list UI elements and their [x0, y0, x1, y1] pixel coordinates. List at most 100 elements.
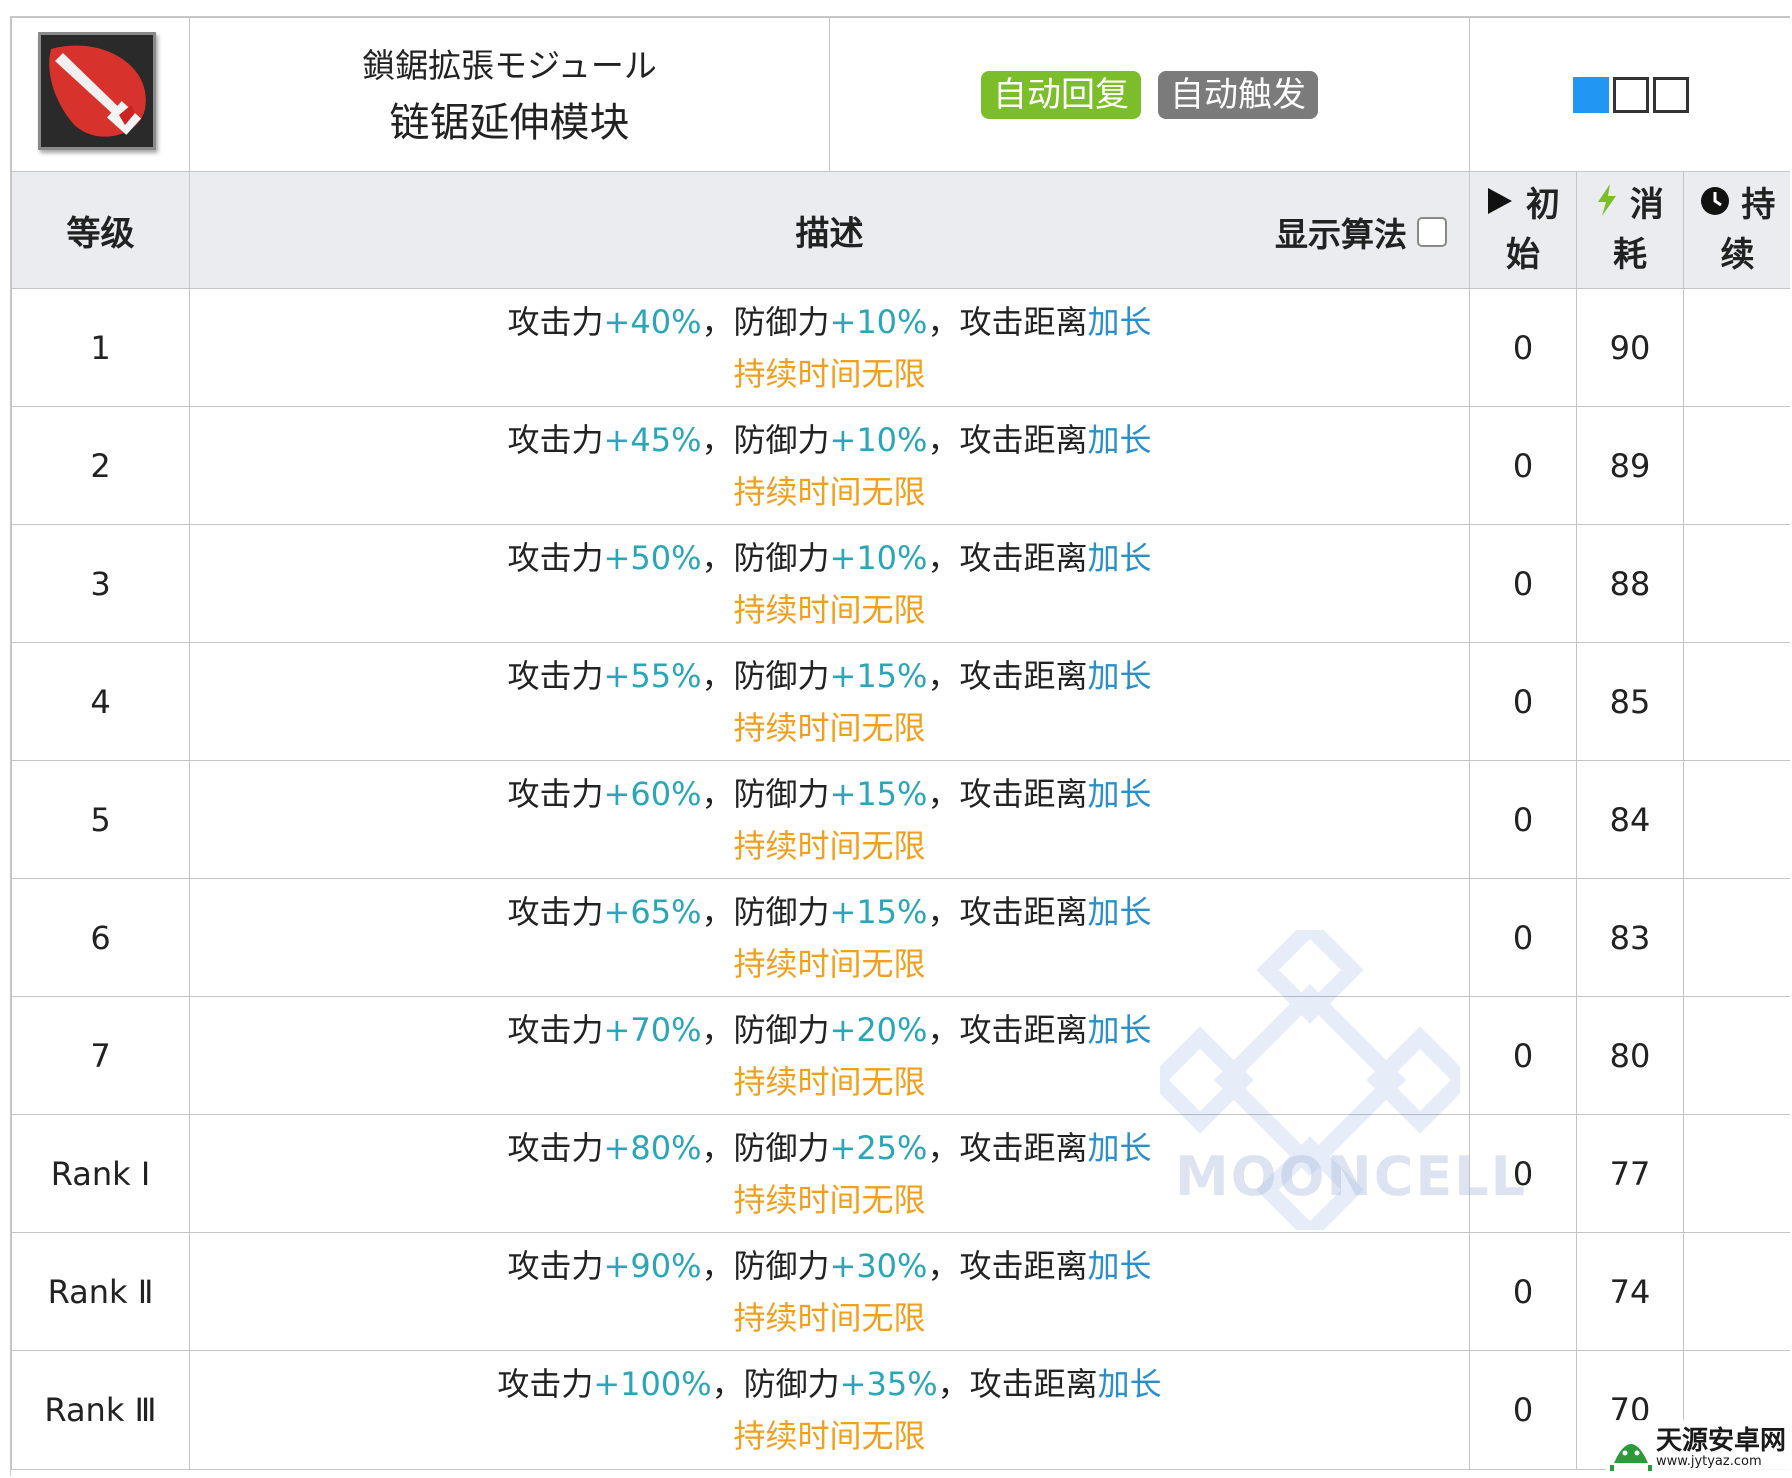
range-label: 攻击距离	[969, 1365, 1098, 1403]
description-cell: 攻击力+70%，防御力+20%，攻击距离加长 持续时间无限	[189, 996, 1470, 1115]
def-label: 防御力	[733, 1246, 830, 1285]
duration-text: 持续时间无限	[733, 354, 926, 393]
initial-sp-cell: 0	[1469, 288, 1577, 407]
duration-cell	[1682, 878, 1790, 997]
range-label: 攻击距离	[959, 774, 1088, 813]
atk-label: 攻击力	[507, 538, 604, 577]
sp-cost-cell: 85	[1576, 642, 1684, 761]
range-value: 加长	[1087, 892, 1152, 931]
table-row: 1 攻击力+40%，防御力+10%，攻击距离加长 持续时间无限 0 90	[11, 288, 1790, 407]
initial-sp-cell: 0	[1469, 996, 1577, 1115]
show-formula-toggle[interactable]: 显示算法	[1275, 208, 1447, 256]
table-row: 3 攻击力+50%，防御力+10%，攻击距离加长 持续时间无限 0 88	[11, 524, 1790, 643]
description-cell: 攻击力+100%，防御力+35%，攻击距离加长 持续时间无限	[189, 1350, 1470, 1470]
separator: ，	[701, 302, 734, 341]
separator: ，	[927, 656, 960, 695]
range-label: 攻击距离	[959, 892, 1088, 931]
skill-tags-cell: 自动回复 自动触发	[829, 17, 1470, 172]
show-formula-checkbox[interactable]	[1417, 217, 1447, 247]
duration-cell	[1682, 1114, 1790, 1233]
description-cell: 攻击力+50%，防御力+10%，攻击距离加长持续时间无限	[189, 524, 1470, 643]
show-formula-label: 显示算法	[1275, 215, 1407, 254]
def-label: 防御力	[743, 1365, 840, 1403]
description-effects: 攻击力+100%，防御力+35%，攻击距离加长	[190, 1358, 1469, 1410]
range-label: 攻击距离	[959, 1246, 1088, 1285]
table-row: 6 攻击力+65%，防御力+15%，攻击距离加长 持续时间无限 0 83	[11, 878, 1790, 997]
description-effects: 攻击力+55%，防御力+15%，攻击距离加长	[190, 650, 1469, 702]
initial-sp-cell: 0	[1469, 1232, 1577, 1351]
def-value: +10%	[829, 420, 928, 459]
range-label: 攻击距离	[959, 302, 1088, 341]
atk-value: +65%	[603, 892, 702, 931]
skill-name-jp: 鎖鋸拡張モジュール	[362, 45, 657, 85]
android-logo-icon	[1610, 1444, 1652, 1471]
col-desc-header: 描述 显示算法	[189, 171, 1470, 289]
atk-label: 攻击力	[497, 1365, 594, 1403]
skill-icon-cell	[11, 17, 190, 172]
sp-cost-cell: 77	[1576, 1114, 1684, 1233]
range-value: 加长	[1087, 774, 1152, 813]
table-row: 7 攻击力+70%，防御力+20%，攻击距离加长 持续时间无限 0 80	[11, 996, 1790, 1115]
def-value: +10%	[829, 538, 928, 577]
logo-title: 天源安卓网	[1656, 1426, 1787, 1456]
range-value: 加长	[1087, 420, 1152, 459]
description-cell: 攻击力+60%，防御力+15%，攻击距离加长持续时间无限	[189, 760, 1470, 879]
table-row: Rank Ⅱ 攻击力+90%，防御力+30%，攻击距离加长 持续时间无限 0 74	[11, 1232, 1790, 1351]
duration-text: 持续时间无限	[733, 708, 926, 747]
duration-text: 持续时间无限	[733, 1417, 926, 1455]
site-logo: 天源安卓网 www.jytyaz.com	[1606, 1420, 1790, 1476]
atk-label: 攻击力	[507, 302, 604, 341]
def-label: 防御力	[733, 656, 830, 695]
range-label: 攻击距离	[959, 1128, 1088, 1167]
atk-label: 攻击力	[507, 656, 604, 695]
skill-name-cn: 链锯延伸模块	[389, 99, 630, 146]
level-cell: 7	[11, 996, 190, 1115]
level-cell: 5	[11, 760, 190, 879]
duration-cell	[1682, 288, 1790, 407]
separator: ，	[927, 420, 960, 459]
initial-sp-cell: 0	[1469, 406, 1577, 525]
range-label: 攻击距离	[959, 538, 1088, 577]
level-cell: 4	[11, 642, 190, 761]
duration-cell	[1682, 406, 1790, 525]
level-cell: Rank Ⅲ	[11, 1350, 190, 1470]
range-square-empty-icon	[1612, 76, 1649, 113]
sp-cost-cell: 88	[1576, 524, 1684, 643]
description-cell: 攻击力+45%，防御力+10%，攻击距离加长 持续时间无限	[189, 406, 1470, 525]
chainsaw-skill-icon	[38, 32, 156, 150]
description-effects: 攻击力+50%，防御力+10%，攻击距离加长	[190, 532, 1469, 584]
def-value: +35%	[839, 1365, 938, 1403]
def-value: +15%	[829, 774, 928, 813]
atk-value: +45%	[603, 420, 702, 459]
def-label: 防御力	[733, 774, 830, 813]
level-cell: 6	[11, 878, 190, 997]
def-label: 防御力	[733, 538, 830, 577]
def-value: +25%	[829, 1128, 928, 1167]
atk-label: 攻击力	[507, 892, 604, 931]
skill-table-frame: 鎖鋸拡張モジュール 链锯延伸模块 自动回复 自动触发 等级 描述 显示算法 初 …	[10, 16, 1790, 1476]
skill-table: 鎖鋸拡張モジュール 链锯延伸模块 自动回复 自动触发 等级 描述 显示算法 初 …	[11, 17, 1790, 1470]
sp-cost-cell: 90	[1576, 288, 1684, 407]
table-row: 5 攻击力+60%，防御力+15%，攻击距离加长 持续时间无限 0 84	[11, 760, 1790, 879]
level-cell: 3	[11, 524, 190, 643]
atk-value: +100%	[593, 1365, 712, 1403]
duration-text: 持续时间无限	[733, 590, 926, 629]
def-label: 防御力	[733, 892, 830, 931]
table-row: 2 攻击力+45%，防御力+10%，攻击距离加长 持续时间无限 0 89	[11, 406, 1790, 525]
description-effects: 攻击力+60%，防御力+15%，攻击距离加长	[190, 768, 1469, 820]
duration-text: 持续时间无限	[733, 826, 926, 865]
atk-value: +50%	[603, 538, 702, 577]
tag-auto-recovery: 自动回复	[980, 70, 1141, 119]
separator: ，	[927, 1010, 960, 1049]
separator: ，	[927, 892, 960, 931]
duration-cell	[1682, 642, 1790, 761]
mooncell-watermark-text: MOONCELL	[1175, 1145, 1528, 1208]
duration-cell	[1682, 1232, 1790, 1351]
initial-sp-cell: 0	[1469, 524, 1577, 643]
level-cell: Rank Ⅱ	[11, 1232, 190, 1351]
range-label: 攻击距离	[959, 656, 1088, 695]
def-label: 防御力	[733, 302, 830, 341]
separator: ，	[937, 1365, 970, 1403]
separator: ，	[701, 656, 734, 695]
description-effects: 攻击力+40%，防御力+10%，攻击距离加长	[190, 296, 1469, 348]
